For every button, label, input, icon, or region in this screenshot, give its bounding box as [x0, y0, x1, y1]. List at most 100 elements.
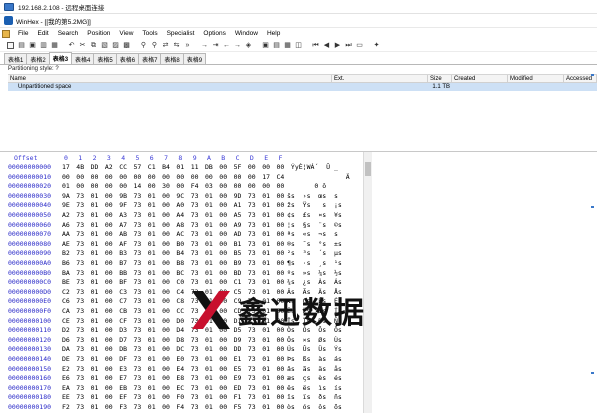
hex-byte[interactable]: 01 [148, 297, 156, 305]
hex-byte[interactable]: DC [176, 345, 184, 353]
hex-byte[interactable]: F2 [62, 403, 70, 411]
hex-byte[interactable]: 00 [277, 259, 285, 267]
hex-byte[interactable]: E6 [62, 374, 70, 382]
hex-byte[interactable]: A1 [234, 201, 242, 209]
hex-byte[interactable]: 00 [105, 297, 113, 305]
hex-byte[interactable]: 00 [219, 249, 227, 257]
hex-byte[interactable]: 73 [191, 345, 199, 353]
paste-icon[interactable]: ▧ [100, 41, 109, 50]
hex-byte[interactable]: EC [176, 384, 184, 392]
hex-byte[interactable]: 01 [262, 240, 270, 248]
menu-view[interactable]: View [115, 30, 137, 37]
hex-byte[interactable]: EE [62, 393, 70, 401]
hex-byte[interactable]: 73 [248, 365, 256, 373]
hex-byte[interactable]: CC [176, 307, 184, 315]
hex-byte[interactable]: A0 [176, 201, 184, 209]
disk-editor-icon[interactable]: ▣ [261, 41, 270, 50]
hex-byte[interactable]: 00 [162, 326, 170, 334]
hex-byte[interactable]: 00 [76, 182, 84, 190]
hex-byte[interactable]: 00 [277, 221, 285, 229]
hex-byte[interactable]: 01 [148, 221, 156, 229]
hex-ascii[interactable]: ÝyÈ¦WÁ´ Û _ [287, 163, 350, 171]
hex-ascii[interactable]: ¢s £s ¤s ¥s [287, 211, 350, 219]
hex-byte[interactable]: 00 [162, 336, 170, 344]
hex-byte[interactable]: 01 [91, 307, 99, 315]
hex-byte[interactable]: BB [119, 269, 127, 277]
last-sector-icon[interactable]: ⏭ [344, 41, 353, 50]
hex-byte[interactable]: 01 [148, 355, 156, 363]
hex-byte[interactable]: C0 [176, 278, 184, 286]
hex-byte[interactable]: 00 [277, 355, 285, 363]
hex-byte[interactable]: B5 [234, 249, 242, 257]
hex-byte[interactable]: 73 [76, 374, 84, 382]
hex-byte[interactable]: C1 [148, 163, 156, 171]
hex-byte[interactable]: 00 [219, 259, 227, 267]
hex-byte[interactable]: 01 [205, 230, 213, 238]
hex-byte[interactable]: 00 [162, 211, 170, 219]
hex-byte[interactable]: 00 [105, 230, 113, 238]
hex-byte[interactable]: 73 [134, 192, 142, 200]
hex-byte[interactable]: 73 [76, 403, 84, 411]
hex-byte[interactable]: A6 [62, 221, 70, 229]
tab-7[interactable]: 表格7 [138, 53, 162, 64]
hex-byte[interactable]: 73 [134, 240, 142, 248]
hex-byte[interactable]: 01 [262, 374, 270, 382]
hex-byte[interactable]: DB [119, 345, 127, 353]
hex-byte[interactable]: 01 [148, 384, 156, 392]
hex-ascii[interactable]: ºs »s ¼s ½s [287, 269, 350, 277]
hex-byte[interactable]: E4 [176, 365, 184, 373]
hex-byte[interactable]: 00 [105, 259, 113, 267]
hex-byte[interactable]: 73 [76, 288, 84, 296]
hex-byte[interactable]: 00 [105, 374, 113, 382]
hex-byte[interactable]: 73 [76, 259, 84, 267]
hex-byte[interactable]: 01 [148, 336, 156, 344]
hex-byte[interactable]: 73 [76, 297, 84, 305]
prev-sector-icon[interactable]: ◀ [322, 41, 331, 50]
hex-byte[interactable]: 00 [219, 345, 227, 353]
hex-ascii[interactable]: îs ïs ðs ñs [287, 393, 350, 401]
hex-byte[interactable]: 73 [134, 201, 142, 209]
hex-byte[interactable]: 00 [162, 403, 170, 411]
hex-ascii[interactable]: ¶s ·s ¸s ¹s [287, 259, 350, 267]
new-file-icon[interactable] [6, 41, 15, 50]
hex-byte[interactable]: 01 [205, 240, 213, 248]
hex-byte[interactable]: 9F [119, 201, 127, 209]
hex-byte[interactable]: B0 [176, 240, 184, 248]
hex-byte[interactable]: 00 [105, 269, 113, 277]
tab-3[interactable]: 表格3 [48, 52, 73, 64]
hex-row[interactable]: 00000000190 F2 73 01 00 F3 73 01 00 F4 73 01 00 F5 73 0… [0, 403, 372, 413]
hex-byte[interactable]: 73 [248, 259, 256, 267]
open-folder-icon[interactable]: ▤ [17, 41, 26, 50]
hex-byte[interactable]: 00 [105, 211, 113, 219]
hex-byte[interactable]: 00 [277, 249, 285, 257]
hex-byte[interactable]: 01 [148, 326, 156, 334]
hex-byte[interactable]: 00 [105, 192, 113, 200]
hex-byte[interactable]: 73 [191, 259, 199, 267]
hex-byte[interactable]: 00 [205, 173, 213, 181]
hex-byte[interactable]: AA [62, 230, 70, 238]
next-sector-icon[interactable]: ▶ [333, 41, 342, 50]
hex-byte[interactable]: 00 [105, 221, 113, 229]
hex-byte[interactable]: 00 [248, 182, 256, 190]
hex-byte[interactable]: 9D [234, 192, 242, 200]
hex-byte[interactable]: 73 [134, 249, 142, 257]
hex-byte[interactable]: 00 [277, 393, 285, 401]
hex-byte[interactable]: 01 [262, 365, 270, 373]
hex-byte[interactable]: 00 [277, 345, 285, 353]
hex-byte[interactable]: 73 [248, 221, 256, 229]
hex-byte[interactable]: 73 [248, 355, 256, 363]
hex-byte[interactable]: 00 [219, 384, 227, 392]
hex-byte[interactable]: 73 [191, 355, 199, 363]
hex-byte[interactable]: 01 [91, 192, 99, 200]
hex-byte[interactable]: EF [119, 393, 127, 401]
hex-byte[interactable]: AE [62, 240, 70, 248]
cut-icon[interactable]: ✂ [78, 41, 87, 50]
hex-byte[interactable]: 00 [219, 201, 227, 209]
hex-byte[interactable]: 00 [262, 163, 270, 171]
hex-byte[interactable]: 01 [262, 192, 270, 200]
menu-help[interactable]: Help [263, 30, 284, 37]
hex-byte[interactable]: C2 [62, 288, 70, 296]
hex-byte[interactable]: 73 [248, 192, 256, 200]
hex-byte[interactable]: 00 [105, 307, 113, 315]
save-icon[interactable]: ▣ [28, 41, 37, 50]
